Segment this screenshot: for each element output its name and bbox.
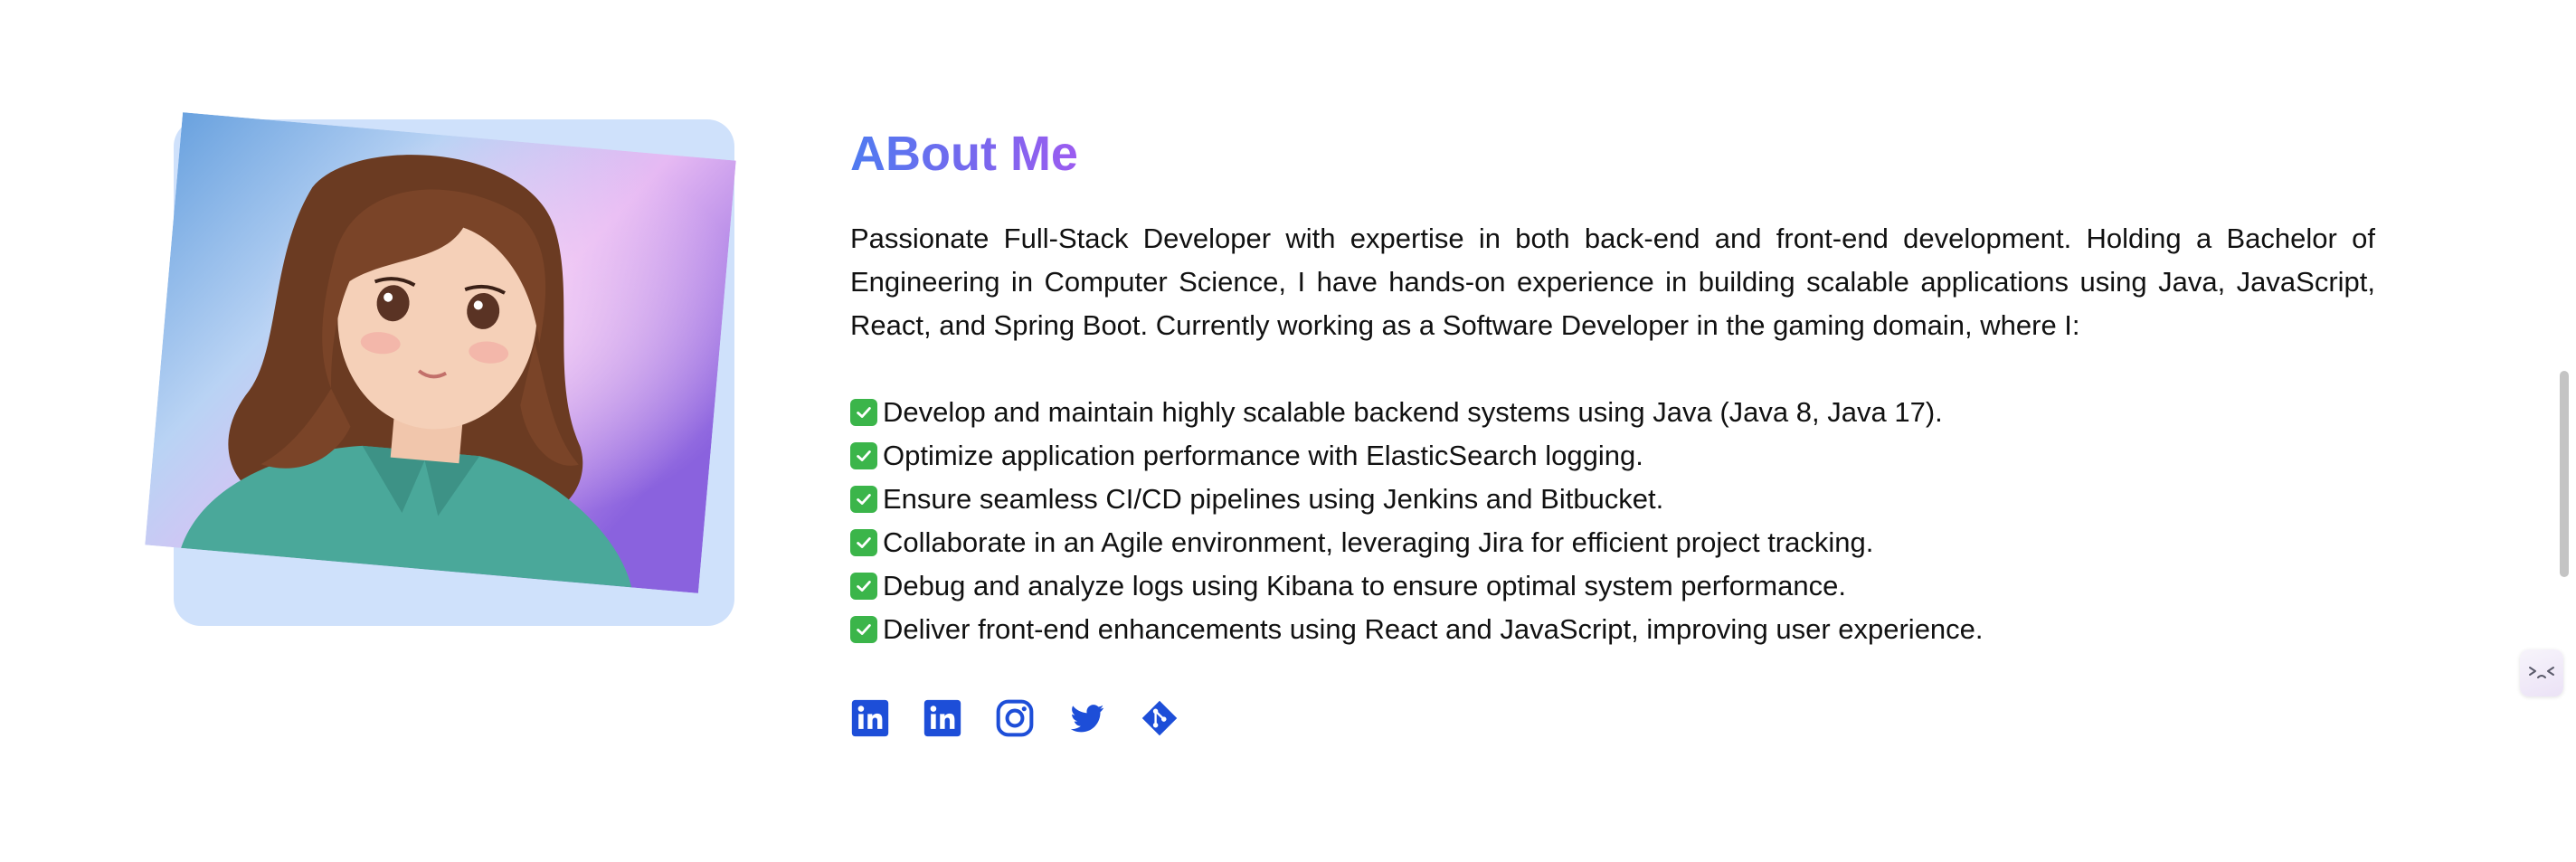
list-item-text: Deliver front-end enhancements using Rea… [883, 613, 1984, 645]
intro-paragraph: Passionate Full-Stack Developer with exp… [850, 223, 2375, 341]
highlights-list: Develop and maintain highly scalable bac… [850, 391, 2375, 651]
check-mark-icon [850, 442, 877, 469]
section-title: ABout Me [850, 118, 1078, 190]
linkedin-icon [851, 699, 889, 737]
chat-assistant-button[interactable] [2520, 649, 2563, 696]
list-item: Deliver front-end enhancements using Rea… [850, 608, 2375, 651]
twitter-icon [1070, 705, 1104, 733]
list-item: Develop and maintain highly scalable bac… [850, 391, 2375, 434]
list-item: Ensure seamless CI/CD pipelines using Je… [850, 478, 2375, 521]
check-mark-icon [850, 616, 877, 643]
check-mark-icon [850, 573, 877, 600]
check-mark-icon [850, 486, 877, 513]
list-item-text: Optimize application performance with El… [883, 440, 1643, 471]
list-item: Optimize application performance with El… [850, 434, 2375, 478]
instagram-icon [996, 699, 1034, 737]
list-item-text: Develop and maintain highly scalable bac… [883, 396, 1943, 428]
list-item-text: Debug and analyze logs using Kibana to e… [883, 570, 1846, 602]
list-item: Debug and analyze logs using Kibana to e… [850, 564, 2375, 608]
git-link[interactable] [1140, 698, 1179, 738]
linkedin-link[interactable] [850, 698, 890, 738]
linkedin-icon [923, 699, 961, 737]
list-item-text: Ensure seamless CI/CD pipelines using Je… [883, 483, 1664, 515]
list-item-text: Collaborate in an Agile environment, lev… [883, 526, 1874, 558]
profile-illustration [145, 112, 736, 593]
check-mark-icon [850, 399, 877, 426]
linkedin-link-secondary[interactable] [923, 698, 962, 738]
about-section: ABout Me Passionate Full-Stack Developer… [0, 0, 2576, 862]
chat-assistant-icon [2529, 667, 2554, 678]
instagram-link[interactable] [995, 698, 1035, 738]
about-content: ABout Me Passionate Full-Stack Developer… [850, 118, 2375, 738]
social-links [850, 698, 2375, 738]
twitter-link[interactable] [1067, 698, 1107, 738]
git-icon [1141, 700, 1178, 736]
list-item: Collaborate in an Agile environment, lev… [850, 521, 2375, 564]
check-mark-icon [850, 529, 877, 556]
scrollbar-thumb[interactable] [2560, 371, 2569, 577]
